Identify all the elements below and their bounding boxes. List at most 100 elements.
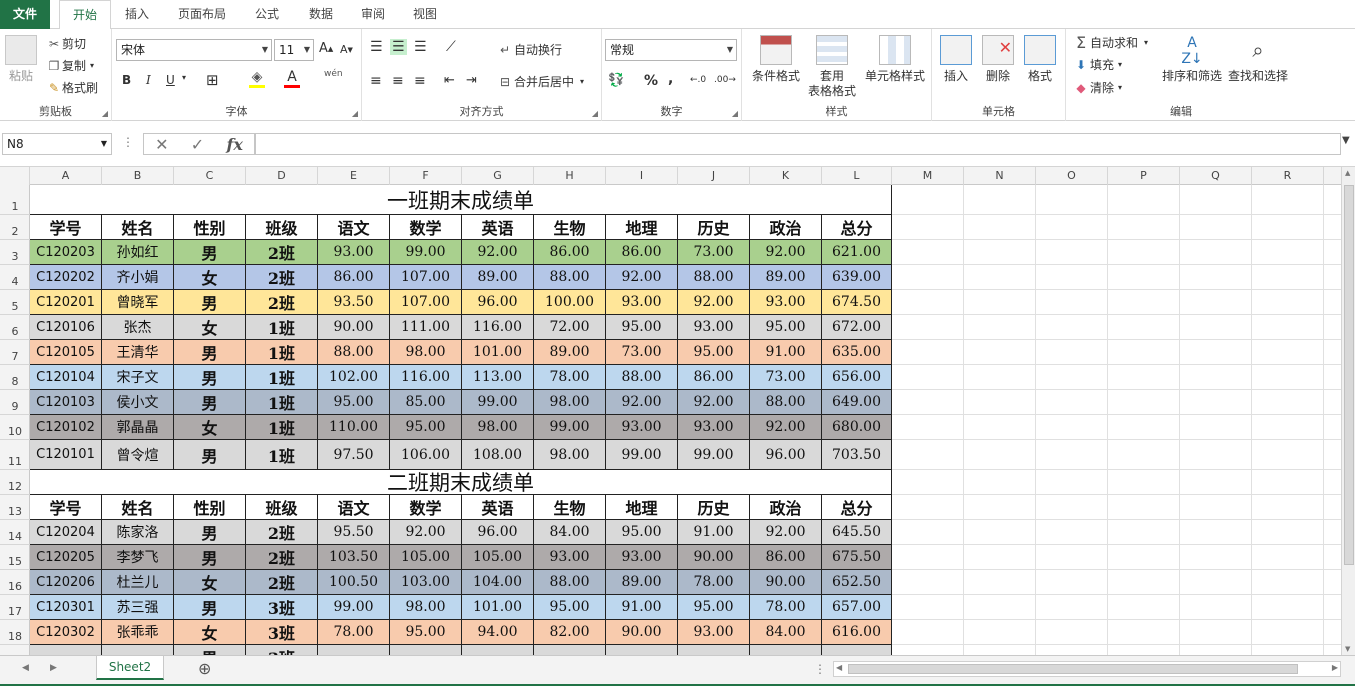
align-bottom-icon[interactable]: ☰ <box>414 39 427 55</box>
data-cell[interactable]: 616.00 <box>822 620 892 645</box>
cut-button[interactable]: ✂ 剪切 <box>46 35 86 52</box>
header-cell[interactable]: 语文 <box>318 495 390 520</box>
formula-input[interactable] <box>255 133 1341 155</box>
data-cell[interactable]: 91.00 <box>678 520 750 545</box>
data-cell[interactable]: 宋子文 <box>102 365 174 390</box>
data-cell[interactable]: 635.00 <box>822 340 892 365</box>
copy-button[interactable]: ❐ 复制 ▾ <box>46 57 94 74</box>
row-header-11[interactable]: 11 <box>0 440 30 470</box>
header-cell[interactable]: 姓名 <box>102 215 174 240</box>
column-header-B[interactable]: B <box>102 167 174 185</box>
data-cell[interactable]: 93.00 <box>606 415 678 440</box>
row-header-7[interactable]: 7 <box>0 340 30 365</box>
data-cell[interactable]: 78.00 <box>678 570 750 595</box>
data-cell[interactable]: 1班 <box>246 365 318 390</box>
data-cell[interactable]: 95.00 <box>678 340 750 365</box>
data-cell[interactable]: 92.00 <box>606 265 678 290</box>
data-cell[interactable]: 95.00 <box>390 415 462 440</box>
comma-button[interactable]: , <box>668 71 673 87</box>
data-cell[interactable]: 99.00 <box>318 595 390 620</box>
row-header-14[interactable]: 14 <box>0 520 30 545</box>
data-cell[interactable]: 98.00 <box>390 595 462 620</box>
scroll-up-icon[interactable]: ▲ <box>1345 169 1350 177</box>
scroll-left-icon[interactable]: ◀ <box>836 663 842 672</box>
data-cell[interactable]: 101.00 <box>462 595 534 620</box>
data-cell[interactable] <box>462 645 534 655</box>
column-header-A[interactable]: A <box>30 167 102 185</box>
shrink-font-button[interactable]: A ▼ <box>340 43 353 56</box>
currency-icon[interactable]: 💱 <box>608 73 624 88</box>
data-cell[interactable]: 张乖乖 <box>102 620 174 645</box>
header-cell[interactable]: 政治 <box>750 215 822 240</box>
data-cell[interactable]: 107.00 <box>390 290 462 315</box>
vertical-scroll-thumb[interactable] <box>1344 185 1354 565</box>
data-cell[interactable]: 93.00 <box>606 290 678 315</box>
data-cell[interactable]: 曾晓军 <box>102 290 174 315</box>
column-header-H[interactable]: H <box>534 167 606 185</box>
data-cell[interactable]: 2班 <box>246 545 318 570</box>
launcher-icon[interactable]: ◢ <box>592 109 598 118</box>
font-color-button[interactable]: A <box>284 69 300 88</box>
expand-formula-bar-icon[interactable]: ▼ <box>1342 135 1350 146</box>
header-cell[interactable]: 生物 <box>534 215 606 240</box>
row-header-4[interactable]: 4 <box>0 265 30 290</box>
data-cell[interactable]: 95.00 <box>390 620 462 645</box>
data-cell[interactable]: 675.50 <box>822 545 892 570</box>
data-cell[interactable]: C120106 <box>30 315 102 340</box>
data-cell[interactable]: 2班 <box>246 240 318 265</box>
orientation-icon[interactable]: ⟋ <box>446 39 456 55</box>
data-cell[interactable]: 陈家洛 <box>102 520 174 545</box>
data-cell[interactable]: 86.00 <box>678 365 750 390</box>
data-cell[interactable]: 91.00 <box>750 340 822 365</box>
data-cell[interactable]: 2班 <box>246 265 318 290</box>
data-cell[interactable]: 1班 <box>246 440 318 470</box>
data-cell[interactable]: 88.00 <box>318 340 390 365</box>
row-header-6[interactable]: 6 <box>0 315 30 340</box>
data-cell[interactable]: 86.00 <box>606 240 678 265</box>
data-cell[interactable]: 86.00 <box>318 265 390 290</box>
header-cell[interactable]: 历史 <box>678 215 750 240</box>
fill-color-button[interactable]: ◈ <box>249 69 265 88</box>
horizontal-scrollbar[interactable]: ◀ ▶ <box>833 661 1341 677</box>
align-top-icon[interactable]: ☰ <box>370 39 383 55</box>
font-size-dropdown[interactable]: 11 ▼ <box>274 39 314 61</box>
format-cells-button[interactable]: 格式 <box>1020 35 1060 84</box>
data-cell[interactable]: 95.00 <box>606 520 678 545</box>
data-cell[interactable]: 91.00 <box>606 595 678 620</box>
column-header-N[interactable]: N <box>964 167 1036 185</box>
data-cell[interactable]: 645.50 <box>822 520 892 545</box>
data-cell[interactable]: 84.00 <box>750 620 822 645</box>
data-cell[interactable] <box>678 645 750 655</box>
increase-decimal-icon[interactable]: ←.0 <box>690 75 706 85</box>
data-cell[interactable] <box>30 645 102 655</box>
header-cell[interactable]: 班级 <box>246 215 318 240</box>
data-cell[interactable]: 103.00 <box>390 570 462 595</box>
cancel-icon[interactable]: ✕ <box>155 135 168 154</box>
data-cell[interactable]: C120104 <box>30 365 102 390</box>
column-header-K[interactable]: K <box>750 167 822 185</box>
scroll-right-icon[interactable]: ▶ <box>1332 663 1338 672</box>
data-cell[interactable]: C120202 <box>30 265 102 290</box>
data-cell[interactable] <box>534 645 606 655</box>
data-cell[interactable]: 93.00 <box>678 315 750 340</box>
data-cell[interactable]: 86.00 <box>534 240 606 265</box>
data-cell[interactable]: 657.00 <box>822 595 892 620</box>
header-cell[interactable]: 地理 <box>606 495 678 520</box>
data-cell[interactable]: 680.00 <box>822 415 892 440</box>
data-cell[interactable]: 男 <box>174 545 246 570</box>
row-header-5[interactable]: 5 <box>0 290 30 315</box>
tab-page-layout[interactable]: 页面布局 <box>168 0 236 29</box>
data-cell[interactable]: 93.00 <box>606 545 678 570</box>
row-header-18[interactable]: 18 <box>0 620 30 645</box>
data-cell[interactable]: 78.00 <box>318 620 390 645</box>
header-cell[interactable]: 英语 <box>462 215 534 240</box>
data-cell[interactable]: 78.00 <box>750 595 822 620</box>
data-cell[interactable]: 99.00 <box>534 415 606 440</box>
format-as-table-button[interactable]: 套用 表格格式 <box>802 35 862 99</box>
data-cell[interactable]: 女 <box>174 265 246 290</box>
data-cell[interactable]: 95.00 <box>678 595 750 620</box>
horizontal-scroll-thumb[interactable] <box>848 664 1298 674</box>
autosum-button[interactable]: Σ 自动求和 ▾ <box>1072 33 1148 52</box>
data-cell[interactable]: C120301 <box>30 595 102 620</box>
column-header-J[interactable]: J <box>678 167 750 185</box>
